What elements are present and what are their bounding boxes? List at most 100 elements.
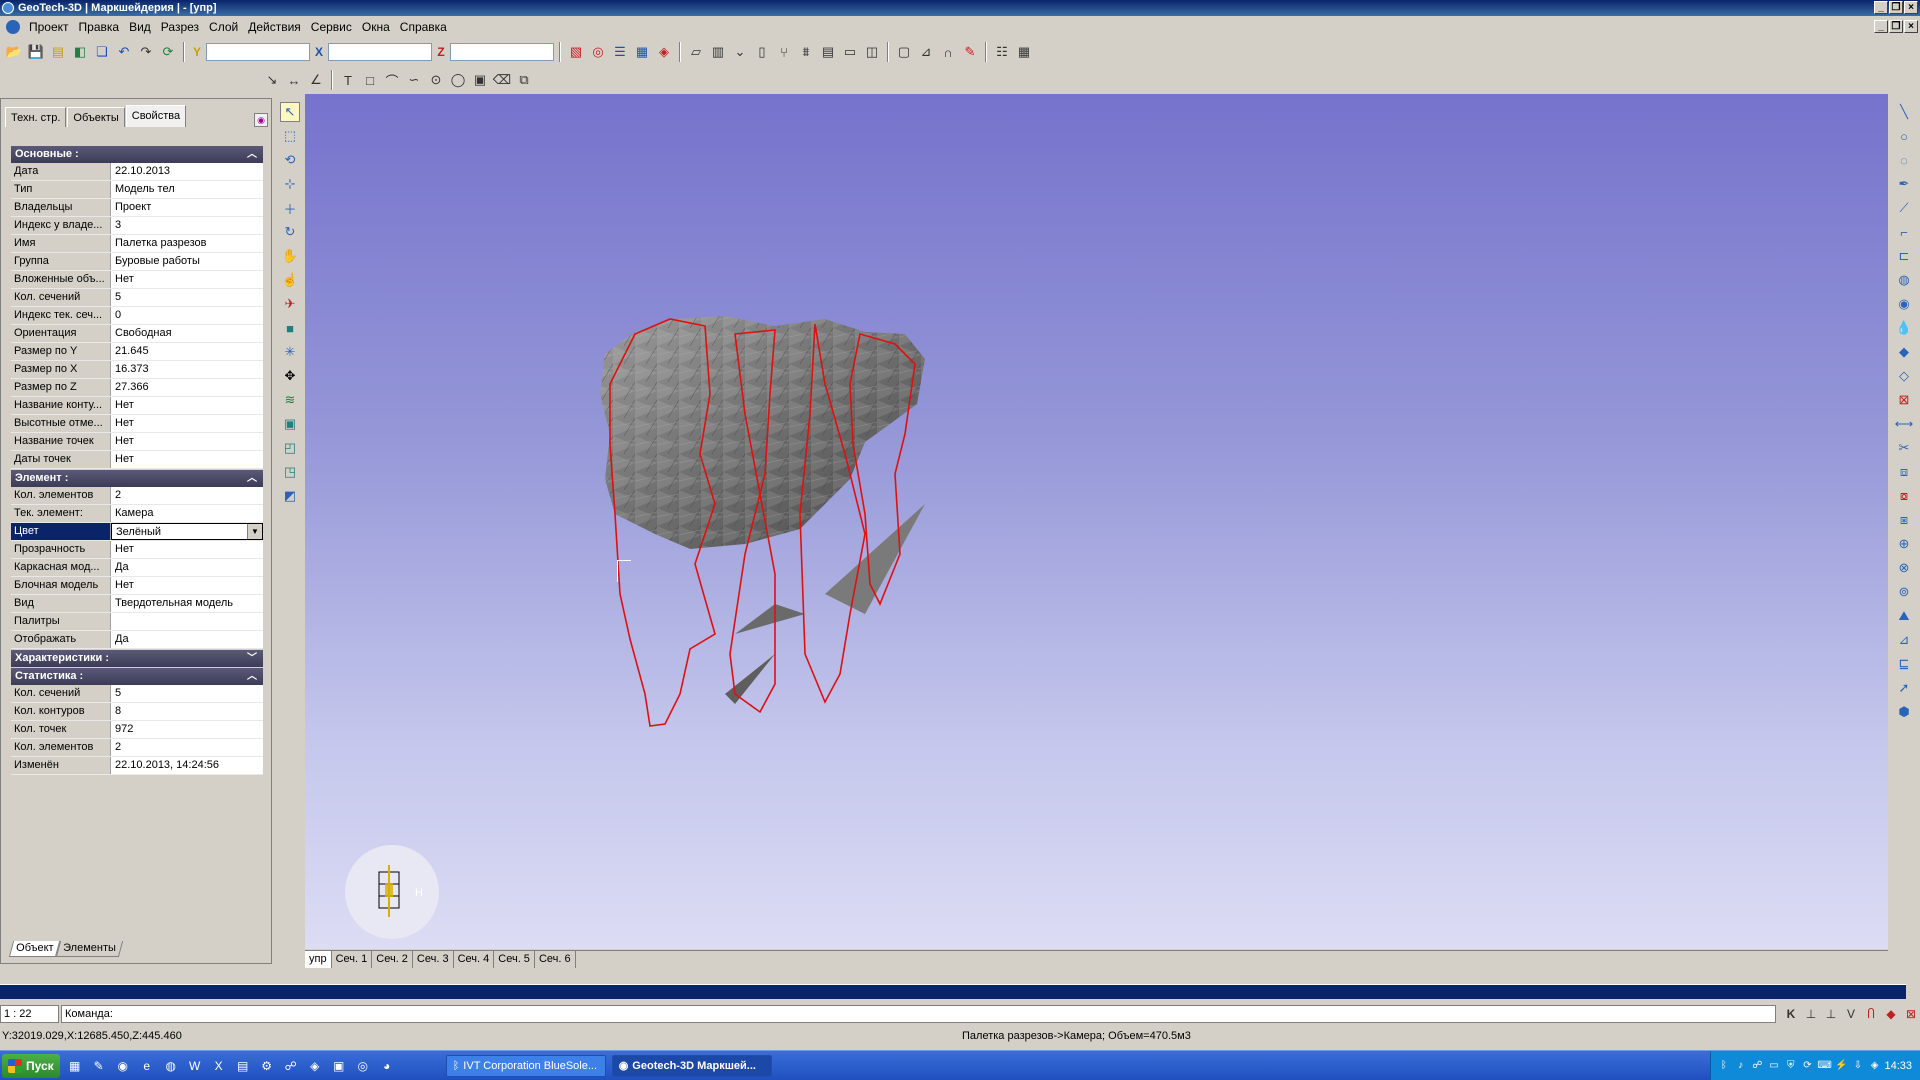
antivirus-icon[interactable]: ◈ xyxy=(1868,1059,1882,1073)
mdi-restore-button[interactable]: ❐ xyxy=(1889,20,1903,33)
tab-tech-structure[interactable]: Техн. стр. xyxy=(5,107,67,127)
property-row[interactable]: Кол. сечений 5 xyxy=(11,685,263,703)
project-icon[interactable]: ▤ xyxy=(48,42,68,62)
measure-icon[interactable]: ⊿ xyxy=(916,42,936,62)
property-row[interactable]: Кол. сечений 5 xyxy=(11,289,263,307)
open-icon[interactable]: 📂 xyxy=(4,42,24,62)
fold-icon[interactable]: ⌄ xyxy=(730,42,750,62)
document-icon[interactable] xyxy=(6,20,20,34)
security-icon[interactable]: ⛨ xyxy=(1784,1059,1798,1073)
chevron-down-icon[interactable]: ﹀ xyxy=(247,650,257,667)
network-icon[interactable]: ☍ xyxy=(282,1057,300,1075)
property-row[interactable]: Прозрачность Нет xyxy=(11,541,263,559)
pin-icon[interactable]: ◉ xyxy=(254,113,268,127)
settings-icon[interactable]: ⚙ xyxy=(258,1057,276,1075)
mountain-icon[interactable]: ⛰ xyxy=(1894,606,1914,626)
view-iso-icon[interactable]: ◩ xyxy=(280,486,300,506)
tab-section-5[interactable]: Сеч. 5 xyxy=(494,951,535,968)
property-row[interactable]: Тек. элемент: Камера xyxy=(11,505,263,523)
property-row[interactable]: Кол. элементов 2 xyxy=(11,487,263,505)
tab-objects[interactable]: Объекты xyxy=(67,107,125,127)
property-row[interactable]: Кол. контуров 8 xyxy=(11,703,263,721)
rectangle-icon[interactable]: □ xyxy=(360,70,380,90)
select-arrow-icon[interactable]: ↖ xyxy=(280,102,300,122)
word-icon[interactable]: W xyxy=(186,1057,204,1075)
menu-edit[interactable]: Правка xyxy=(74,17,125,37)
media-icon[interactable]: ◉ xyxy=(114,1057,132,1075)
volume-icon[interactable]: ♪ xyxy=(1734,1059,1748,1073)
redo-icon[interactable]: ↷ xyxy=(136,42,156,62)
tab-section-2[interactable]: Сеч. 2 xyxy=(372,951,413,968)
menu-help[interactable]: Справка xyxy=(395,17,452,37)
hand-pan-icon[interactable]: ✋ xyxy=(280,246,300,266)
property-row[interactable]: Высотные отме... Нет xyxy=(11,415,263,433)
cube-icon[interactable]: ◈ xyxy=(654,42,674,62)
rotate-view-icon[interactable]: ↻ xyxy=(280,222,300,242)
drop-icon[interactable]: 💧 xyxy=(1894,318,1914,338)
property-value[interactable]: Твердотельная модель xyxy=(111,595,263,612)
undo-icon[interactable]: ↶ xyxy=(114,42,134,62)
tab-object[interactable]: Объект xyxy=(8,941,61,957)
tab-section-4[interactable]: Сеч. 4 xyxy=(453,951,495,968)
crosshair-icon[interactable]: ⊕ xyxy=(1894,534,1914,554)
property-value[interactable]: Нет xyxy=(111,433,263,450)
ie-icon[interactable]: e xyxy=(138,1057,156,1075)
property-row[interactable]: Имя Палетка разрезов xyxy=(11,235,263,253)
explorer-icon[interactable]: ▦ xyxy=(66,1057,84,1075)
property-row[interactable]: Индекс тек. сеч... 0 xyxy=(11,307,263,325)
property-value[interactable]: 2 xyxy=(111,739,263,756)
ring-icon[interactable]: ⊚ xyxy=(1894,582,1914,602)
box-red-icon[interactable]: ⧇ xyxy=(1894,486,1914,506)
refresh-icon[interactable]: ⟳ xyxy=(158,42,178,62)
property-row[interactable]: Ориентация Свободная xyxy=(11,325,263,343)
baseline-icon[interactable]: ⊥ xyxy=(1802,1005,1820,1023)
rotate-select-icon[interactable]: ⟲ xyxy=(280,150,300,170)
tab-elements[interactable]: Элементы xyxy=(56,941,124,957)
snap-icon[interactable]: ↘ xyxy=(262,70,282,90)
angle-icon[interactable]: ∠ xyxy=(306,70,326,90)
tower-icon[interactable]: ⩩ xyxy=(796,42,816,62)
property-row[interactable]: Кол. элементов 2 xyxy=(11,739,263,757)
property-value[interactable]: Нет xyxy=(111,541,263,558)
square-icon[interactable]: ▣ xyxy=(470,70,490,90)
fly-icon[interactable]: ✈ xyxy=(280,294,300,314)
property-row[interactable]: Размер по Y 21.645 xyxy=(11,343,263,361)
table-icon[interactable]: ▦ xyxy=(1014,42,1034,62)
k-button-icon[interactable]: K xyxy=(1782,1005,1800,1023)
property-row[interactable]: Вид Твердотельная модель xyxy=(11,595,263,613)
grid-snap-icon[interactable]: ⊠ xyxy=(1902,1005,1920,1023)
display-icon[interactable]: ▭ xyxy=(1767,1059,1781,1073)
property-value[interactable]: Да xyxy=(111,559,263,576)
corner-icon[interactable]: ⌐ xyxy=(1894,222,1914,242)
cut-icon[interactable]: ✂ xyxy=(1894,438,1914,458)
surface-icon[interactable]: ▭ xyxy=(840,42,860,62)
text-icon[interactable]: T xyxy=(338,70,358,90)
view-front-icon[interactable]: ▣ xyxy=(280,414,300,434)
property-value[interactable] xyxy=(111,613,263,630)
target-plus-icon[interactable]: ⊗ xyxy=(1894,558,1914,578)
property-row[interactable]: Владельцы Проект xyxy=(11,199,263,217)
property-row[interactable]: Название точек Нет xyxy=(11,433,263,451)
step-icon[interactable]: ⊏ xyxy=(1894,246,1914,266)
block-icon[interactable]: ▤ xyxy=(818,42,838,62)
property-value[interactable]: 22.10.2013, 14:24:56 xyxy=(111,757,263,774)
property-value[interactable]: Нет xyxy=(111,577,263,594)
v-snap-icon[interactable]: V xyxy=(1842,1005,1860,1023)
property-value[interactable]: Нет xyxy=(111,415,263,432)
property-row[interactable]: Каркасная мод... Да xyxy=(11,559,263,577)
branch-icon[interactable]: ⑂ xyxy=(774,42,794,62)
tab-section-3[interactable]: Сеч. 3 xyxy=(412,951,454,968)
add-point-icon[interactable]: ＋ xyxy=(280,198,300,218)
property-row[interactable]: Дата 22.10.2013 xyxy=(11,163,263,181)
property-value[interactable]: Нет xyxy=(111,397,263,414)
chevron-up-icon[interactable]: ︿ xyxy=(247,146,257,163)
property-row[interactable]: Кол. точек 972 xyxy=(11,721,263,739)
notepad-icon[interactable]: ▤ xyxy=(234,1057,252,1075)
property-row[interactable]: Блочная модель Нет xyxy=(11,577,263,595)
stack-icon[interactable]: ☰ xyxy=(610,42,630,62)
layers-icon[interactable]: ◧ xyxy=(70,42,90,62)
line-tool-icon[interactable]: ╲ xyxy=(1894,102,1914,122)
section-header[interactable]: Элемент : ︿ xyxy=(11,470,263,487)
property-row[interactable]: Название конту... Нет xyxy=(11,397,263,415)
arc-icon[interactable]: ⌒ xyxy=(382,70,402,90)
